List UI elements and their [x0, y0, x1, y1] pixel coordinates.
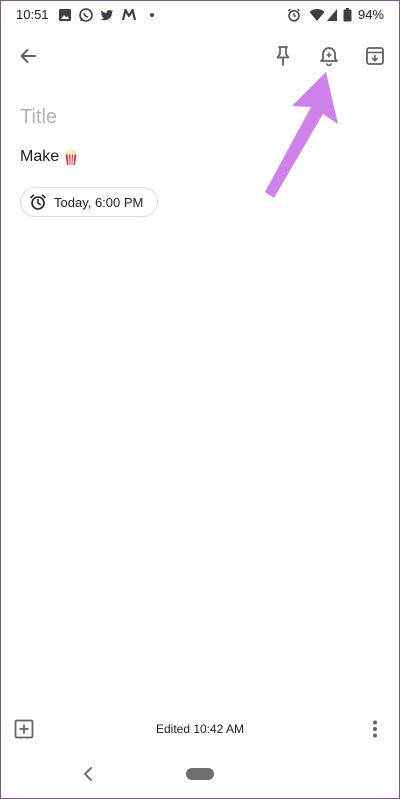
dot-icon: [150, 13, 154, 17]
edited-timestamp: Edited 10:42 AM: [155, 722, 245, 736]
signal-icon: [327, 9, 337, 21]
add-alert-bell-icon: [320, 47, 338, 67]
battery-icon: [343, 8, 352, 22]
note-body-field[interactable]: Make: [20, 148, 78, 166]
system-nav-bar: [0, 756, 400, 792]
screen-frame: [0, 0, 400, 799]
archive-icon: [366, 47, 384, 65]
pin-icon: [276, 46, 290, 66]
reminder-button[interactable]: [315, 42, 343, 70]
pin-button[interactable]: [269, 42, 297, 70]
back-button[interactable]: [14, 42, 42, 70]
nav-home-pill[interactable]: [186, 768, 214, 780]
alarm-clock-icon: [30, 194, 46, 210]
image-icon: [59, 9, 71, 21]
popcorn-icon: [65, 148, 77, 166]
wifi-icon: [309, 9, 325, 21]
more-vert-icon[interactable]: [364, 718, 386, 740]
note-toolbar: [0, 34, 400, 78]
note-bottom-bar: Edited 10:42 AM: [0, 712, 400, 746]
alarm-icon: [288, 8, 300, 22]
arrow-back-icon: [20, 49, 36, 63]
twitter-icon: [100, 10, 113, 21]
note-title-field[interactable]: Title: [20, 106, 57, 129]
status-bar: 10:51 94%: [0, 0, 400, 30]
reminder-chip[interactable]: Today, 6:00 PM: [20, 187, 159, 217]
reminder-chip-label: Today, 6:00 PM: [54, 194, 144, 210]
archive-button[interactable]: [361, 42, 389, 70]
whatsapp-icon: [79, 8, 93, 22]
note-body-text: Make: [20, 148, 60, 165]
battery-percentage: 94%: [357, 7, 384, 22]
maps-icon: [122, 8, 136, 21]
nav-back-icon[interactable]: [80, 764, 96, 784]
status-time: 10:51: [16, 7, 49, 22]
annotation-arrow: [265, 72, 338, 198]
